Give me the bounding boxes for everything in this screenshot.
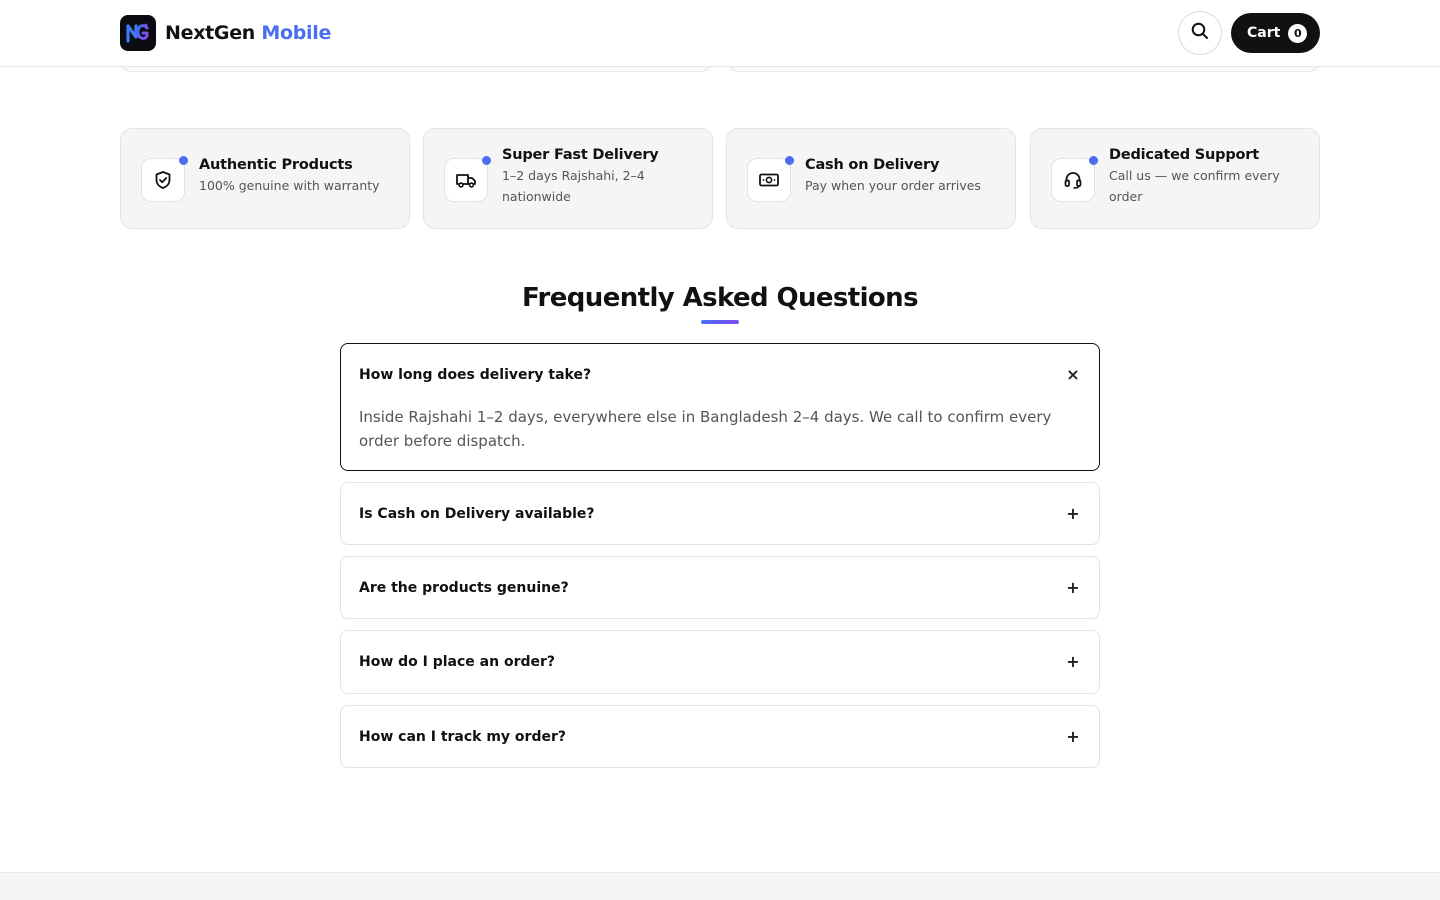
close-icon[interactable]: × [1063, 364, 1083, 384]
feature-card-cod: Cash on Delivery Pay when your order arr… [726, 128, 1016, 229]
cash-icon [747, 156, 794, 202]
shield-check-icon [141, 156, 188, 202]
feature-title: Authentic Products [199, 157, 353, 173]
site-header: NextGen Mobile Cart 0 [0, 0, 1440, 67]
cart-label: Cart [1247, 25, 1281, 41]
faq-heading: Frequently Asked Questions [522, 283, 919, 313]
brand-logo[interactable]: NextGen Mobile [120, 15, 331, 51]
footer [0, 872, 1440, 900]
brand-name-accent: Mobile [261, 22, 332, 44]
brand-name-primary: NextGen [165, 22, 256, 44]
feature-card-authentic: Authentic Products 100% genuine with war… [120, 128, 410, 229]
cart-button[interactable]: Cart 0 [1231, 13, 1320, 53]
search-button[interactable] [1178, 11, 1222, 55]
feature-title: Dedicated Support [1109, 147, 1259, 163]
faq-item[interactable]: Is Cash on Delivery available? + [340, 482, 1100, 545]
faq-question[interactable]: Are the products genuine? [359, 557, 569, 619]
feature-accent-dot [1089, 156, 1098, 165]
feature-description: 1–2 days Rajshahi, 2–4 nationwide [502, 168, 645, 204]
feature-description: Call us — we confirm every order [1109, 168, 1280, 204]
faq-answer: Inside Rajshahi 1–2 days, everywhere els… [359, 408, 1052, 450]
features-row: Authentic Products 100% genuine with war… [120, 128, 1320, 229]
faq-item[interactable]: How long does delivery take? × Inside Ra… [340, 343, 1100, 471]
search-icon [1191, 22, 1209, 44]
faq-item[interactable]: How do I place an order? + [340, 630, 1100, 694]
truck-icon [444, 156, 491, 202]
faq-item[interactable]: Are the products genuine? + [340, 556, 1100, 619]
headset-icon [1051, 156, 1098, 202]
heading-accent-underline [701, 320, 739, 324]
feature-accent-dot [482, 156, 491, 165]
feature-accent-dot [785, 156, 794, 165]
plus-icon[interactable]: + [1063, 503, 1083, 523]
faq-question[interactable]: Is Cash on Delivery available? [359, 483, 595, 545]
feature-accent-dot [179, 156, 188, 165]
feature-description: 100% genuine with warranty [199, 178, 380, 193]
plus-icon[interactable]: + [1063, 651, 1083, 671]
feature-description: Pay when your order arrives [805, 178, 981, 193]
ng-logo-icon [120, 15, 156, 51]
feature-title: Super Fast Delivery [502, 147, 659, 163]
plus-icon[interactable]: + [1063, 577, 1083, 597]
cart-count-badge: 0 [1288, 23, 1308, 43]
faq-question[interactable]: How long does delivery take? [359, 344, 591, 406]
faq-item[interactable]: How can I track my order? + [340, 705, 1100, 768]
feature-card-support: Dedicated Support Call us — we confirm e… [1030, 128, 1320, 229]
feature-card-delivery: Super Fast Delivery 1–2 days Rajshahi, 2… [423, 128, 713, 229]
faq-question[interactable]: How can I track my order? [359, 706, 566, 768]
plus-icon[interactable]: + [1063, 726, 1083, 746]
faq-question[interactable]: How do I place an order? [359, 631, 555, 693]
brand-name: NextGen Mobile [165, 22, 331, 44]
feature-title: Cash on Delivery [805, 157, 940, 173]
